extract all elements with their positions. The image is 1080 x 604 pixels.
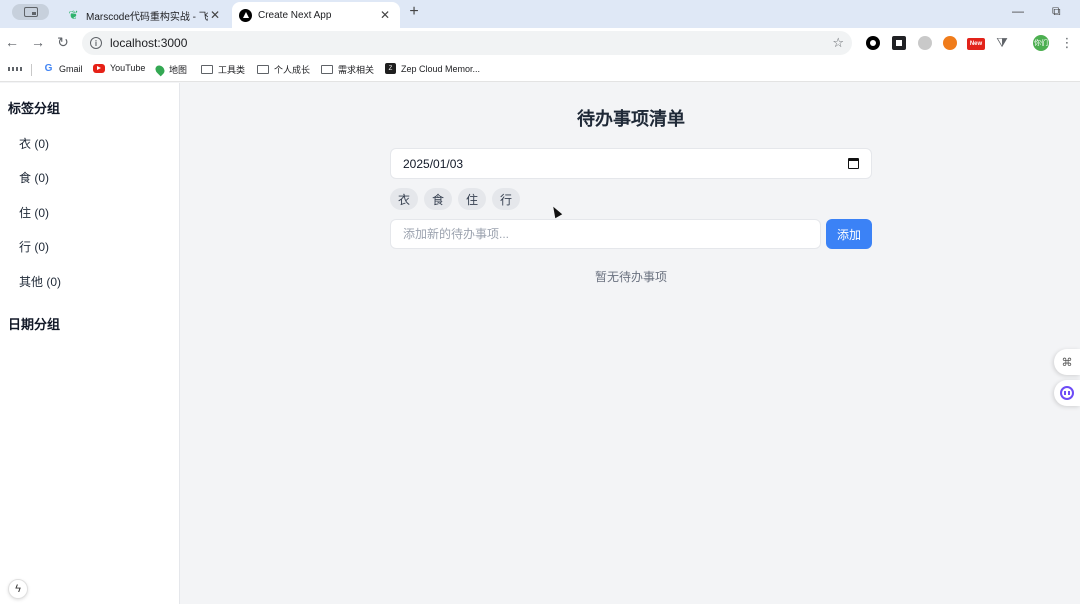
extensions-puzzle-icon[interactable]: ⧩ [995,35,1009,50]
tab-title: Marscode代码重构实战 - 飞书 [86,11,208,23]
calendar-icon[interactable] [848,158,859,169]
tag-housing[interactable]: 住 [458,188,486,210]
new-tab-icon[interactable]: + [406,3,422,21]
bookmark-star-icon[interactable]: ☆ [832,35,844,51]
bookmark-folder-requirements[interactable]: 需求相关 [321,63,374,76]
browser-tab-next-app[interactable]: Create Next App ✕ [232,2,400,28]
bookmark-folder-tools[interactable]: 工具类 [201,63,245,76]
extension-orange-icon[interactable] [943,36,957,50]
leaf-icon: ❦ [68,8,79,22]
maps-icon [153,63,167,76]
browser-toolbar: ← → ↻ i localhost:3000 ☆ New ⧩ 你们 ⋮ [0,28,1080,58]
bookmark-folder-growth[interactable]: 个人成长 [257,63,310,76]
extension-gray-icon[interactable] [918,36,932,50]
restore-window-icon[interactable]: ⧉ [1052,4,1061,19]
sidebar-item-housing[interactable]: 住 (0) [19,204,49,221]
mouse-cursor [549,204,563,219]
close-icon[interactable]: ✕ [378,8,392,22]
empty-state-message: 暂无待办事项 [594,270,667,284]
bookmark-zep-cloud[interactable]: Z Zep Cloud Memor... [385,63,480,74]
minimize-icon[interactable]: — [1012,4,1024,18]
sidebar-item-other[interactable]: 其他 (0) [19,273,61,290]
apps-grid-icon[interactable] [7,63,25,74]
browser-tab-feishu[interactable]: ❦ Marscode代码重构实战 - 飞书 ✕ [60,2,230,28]
back-icon[interactable]: ← [4,34,20,50]
page-title: 待办事项清单 [577,109,685,129]
bookmark-label: Gmail [59,63,83,74]
bookmark-label: Zep Cloud Memor... [401,63,481,74]
bookmark-label: 需求相关 [338,65,375,75]
folder-icon [257,65,269,74]
date-value: 2025/01/03 [403,156,464,171]
reload-icon[interactable]: ↻ [55,34,71,51]
folder-icon [321,65,333,74]
youtube-icon [93,63,105,73]
url-text: localhost:3000 [110,36,188,50]
google-icon: G [44,63,53,74]
bookmark-gmail[interactable]: G Gmail [43,63,83,74]
tab-search-icon[interactable] [12,4,49,20]
tag-filter-group: 衣 食 住 行 [390,188,520,210]
bookmark-maps[interactable]: 地图 [153,63,188,76]
lightning-icon[interactable]: ϟ [8,579,28,599]
extension-new-badge[interactable]: New [967,38,985,50]
sidebar: 标签分组 衣 (0) 食 (0) 住 (0) 行 (0) 其他 (0) 日期分组… [0,83,180,604]
bookmark-label: 个人成长 [274,65,311,75]
add-todo-button[interactable]: 添加 [826,219,872,249]
bookmark-label: 工具类 [218,65,246,75]
bookmark-label: YouTube [110,63,146,73]
command-icon[interactable]: ⌘ [1054,349,1080,375]
bookmark-youtube[interactable]: YouTube [93,63,145,73]
bookmark-divider [31,64,32,76]
sidebar-item-travel[interactable]: 行 (0) [19,238,49,255]
nextjs-icon [239,8,252,22]
forward-icon[interactable]: → [30,34,46,50]
site-info-icon[interactable]: i [90,37,102,49]
date-picker[interactable]: 2025/01/03 [390,148,872,179]
date-group-heading: 日期分组 [8,317,61,332]
new-todo-input[interactable] [390,219,821,249]
extension-square-icon[interactable] [892,36,906,50]
zep-icon: Z [385,63,396,74]
sidebar-item-clothing[interactable]: 衣 (0) [19,135,49,152]
assistant-icon[interactable] [1054,380,1080,406]
tag-clothing[interactable]: 衣 [390,188,418,210]
folder-icon [201,65,213,74]
close-icon[interactable]: ✕ [208,8,222,22]
bookmarks-bar: G Gmail YouTube 地图 工具类 个人成长 需求相关 Z Zep C… [0,58,1080,82]
tag-food[interactable]: 食 [424,188,452,210]
tag-group-heading: 标签分组 [8,101,61,116]
browser-menu-icon[interactable]: ⋮ [1060,35,1074,50]
bookmark-label: 地图 [169,65,188,75]
address-bar[interactable]: i localhost:3000 ☆ [82,31,852,55]
tab-title: Create Next App [258,9,332,21]
tag-travel[interactable]: 行 [492,188,520,210]
extension-circle-icon[interactable] [866,36,880,50]
profile-avatar[interactable]: 你们 [1033,35,1049,51]
browser-tab-strip: ❦ Marscode代码重构实战 - 飞书 ✕ Create Next App … [0,0,1080,28]
sidebar-item-food[interactable]: 食 (0) [19,169,49,186]
